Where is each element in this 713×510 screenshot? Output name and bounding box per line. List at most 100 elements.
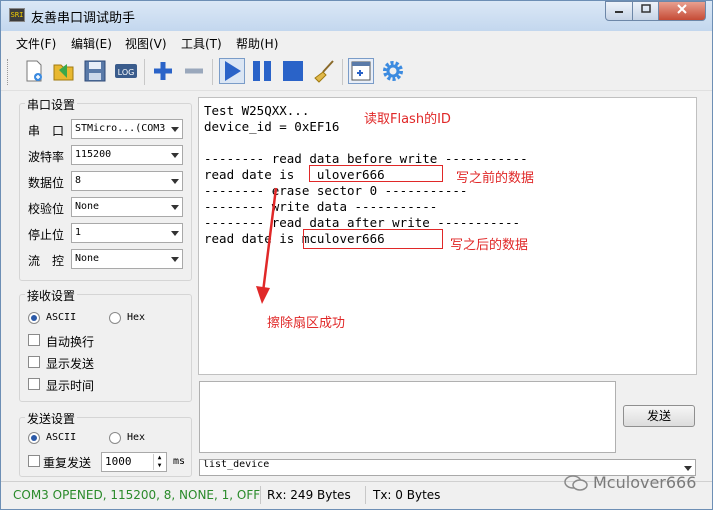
menu-file[interactable]: 文件(F)	[16, 35, 56, 52]
stop-button[interactable]	[280, 58, 306, 84]
toolbar-separator	[212, 59, 213, 85]
annotation-read-id: 读取Flash的ID	[364, 112, 451, 127]
baud-label: 波特率	[28, 150, 65, 164]
annotation-arrow-icon	[256, 187, 278, 304]
show-send-checkbox[interactable]	[28, 356, 40, 368]
play-button[interactable]	[219, 58, 245, 84]
pause-button[interactable]	[249, 58, 275, 84]
serial-settings-title: 串口设置	[25, 96, 78, 113]
new-button[interactable]	[21, 58, 47, 84]
send-input[interactable]	[199, 381, 616, 453]
parity-label: 校验位	[28, 202, 65, 216]
menu-edit[interactable]: 编辑(E)	[71, 35, 112, 52]
toolbar-separator	[144, 59, 145, 85]
maximize-button[interactable]	[632, 1, 659, 21]
annotation-before-write: 写之前的数据	[456, 171, 535, 186]
receive-settings-title: 接收设置	[25, 287, 78, 304]
receive-hex-radio[interactable]	[109, 312, 121, 324]
status-separator	[365, 486, 366, 504]
settings-button[interactable]	[380, 58, 406, 84]
status-separator	[260, 486, 261, 504]
annotation-after-write: 写之后的数据	[450, 238, 529, 253]
new-window-button[interactable]	[348, 58, 374, 84]
menu-tools[interactable]: 工具(T)	[181, 35, 222, 52]
add-icon	[154, 62, 172, 80]
log-button[interactable]: LOG	[113, 58, 139, 84]
port-label: 串 口	[28, 124, 65, 138]
databits-select[interactable]: 8	[71, 171, 183, 191]
send-hex-radio[interactable]	[109, 432, 121, 444]
interval-input[interactable]: 1000 ▲ ▼	[101, 452, 167, 472]
show-send-label: 显示发送	[46, 357, 95, 371]
receive-line: -------- write data -----------	[204, 199, 438, 214]
send-ascii-label: ASCII	[46, 432, 77, 443]
wechat-icon	[564, 475, 588, 491]
flow-label: 流 控	[28, 254, 65, 268]
open-icon	[53, 64, 74, 81]
broom-icon	[314, 60, 334, 83]
highlight-box-before	[309, 165, 443, 182]
send-settings-title: 发送设置	[25, 410, 78, 427]
remove-button[interactable]	[181, 58, 207, 84]
receive-ascii-radio[interactable]	[28, 312, 40, 324]
save-button[interactable]	[82, 58, 108, 84]
chevron-down-icon	[171, 231, 179, 236]
chevron-down-icon	[171, 205, 179, 210]
parity-select[interactable]: None	[71, 197, 183, 217]
log-label: LOG	[118, 68, 135, 77]
remove-icon	[185, 68, 203, 74]
chevron-down-icon	[171, 179, 179, 184]
receive-area[interactable]: Test W25QXX... device_id = 0xEF16 ------…	[198, 97, 697, 375]
send-ascii-radio[interactable]	[28, 432, 40, 444]
send-button[interactable]: 发送	[623, 405, 695, 427]
menu-view[interactable]: 视图(V)	[125, 35, 167, 52]
annotation-erase-ok: 擦除扇区成功	[267, 316, 346, 331]
minimize-icon	[615, 11, 623, 13]
status-port: COM3 OPENED, 115200, 8, NONE, 1, OFF	[13, 488, 261, 502]
port-select[interactable]: STMicro...(COM3	[71, 119, 183, 139]
clear-button[interactable]	[311, 58, 337, 84]
watermark-text: Mculover666	[593, 473, 697, 492]
show-time-label: 显示时间	[46, 379, 95, 393]
flow-value: None	[75, 253, 100, 264]
send-hex-label: Hex	[127, 432, 146, 443]
add-button[interactable]	[150, 58, 176, 84]
databits-value: 8	[75, 175, 82, 186]
maximize-icon	[640, 4, 651, 13]
show-time-checkbox[interactable]	[28, 378, 40, 390]
chevron-down-icon	[171, 257, 179, 262]
minimize-button[interactable]	[605, 1, 633, 21]
stopbits-select[interactable]: 1	[71, 223, 183, 243]
chevron-down-icon	[171, 127, 179, 132]
highlight-box-after	[303, 229, 443, 249]
menu-help[interactable]: 帮助(H)	[236, 35, 278, 52]
receive-line: -------- erase sector 0 -----------	[204, 183, 468, 198]
title-bar[interactable]: SRI 友善串口调试助手	[1, 1, 712, 31]
stopbits-value: 1	[75, 227, 82, 238]
interval-value: 1000	[105, 455, 132, 468]
flow-select[interactable]: None	[71, 249, 183, 269]
toolbar: LOG	[1, 53, 712, 91]
status-rx: Rx: 249 Bytes	[267, 488, 351, 502]
close-button[interactable]	[658, 1, 706, 21]
new-window-icon	[351, 61, 371, 81]
repeat-send-checkbox[interactable]	[28, 455, 40, 467]
app-window: SRI 友善串口调试助手 文件(F) 编辑(E) 视图(V) 工具(T) 帮助(…	[0, 0, 713, 510]
status-tx: Tx: 0 Bytes	[373, 488, 441, 502]
toolbar-grip[interactable]	[7, 59, 10, 85]
baud-select[interactable]: 115200	[71, 145, 183, 165]
new-icon	[26, 60, 42, 82]
window-title: 友善串口调试助手	[31, 11, 136, 26]
menu-bar: 文件(F) 编辑(E) 视图(V) 工具(T) 帮助(H)	[1, 32, 712, 52]
databits-label: 数据位	[28, 176, 65, 190]
open-button[interactable]	[51, 58, 77, 84]
port-value: STMicro...(COM3	[75, 123, 166, 134]
spinner-icon[interactable]: ▲ ▼	[153, 454, 165, 470]
chevron-down-icon	[171, 153, 179, 158]
parity-value: None	[75, 201, 100, 212]
chevron-down-icon	[684, 466, 692, 471]
auto-wrap-checkbox[interactable]	[28, 334, 40, 346]
device-value: list_device	[203, 459, 270, 470]
interval-unit: ms	[173, 456, 186, 467]
receive-settings-group	[19, 294, 192, 402]
